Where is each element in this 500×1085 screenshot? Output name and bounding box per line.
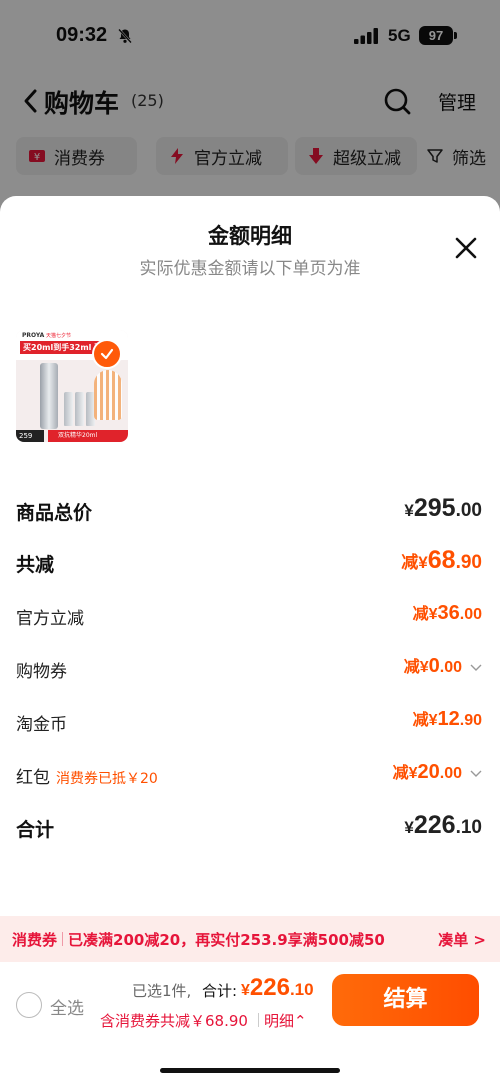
thumb-brand: PROYA bbox=[22, 332, 45, 339]
tube-image bbox=[64, 392, 73, 426]
detail-toggle-link[interactable]: 明细⌃ bbox=[258, 1010, 307, 1031]
row-value: 减¥0.00 bbox=[404, 653, 462, 678]
row-red-packet[interactable]: 红包 消费券已抵￥20 减¥20.00 bbox=[16, 759, 482, 795]
total-decimal: .10 bbox=[289, 980, 314, 999]
select-all-label[interactable]: 全选 bbox=[50, 994, 84, 1019]
checkout-button[interactable]: 结算 bbox=[332, 974, 479, 1026]
total-label: 合计: bbox=[202, 982, 238, 1000]
value-integer: 20 bbox=[417, 761, 440, 783]
close-icon[interactable] bbox=[454, 236, 478, 260]
checkout-footer: 全选 已选1件, 合计: ¥226.10 含消费券共减￥68.90 明细⌃ 结算 bbox=[0, 962, 500, 1085]
row-label: 购物券 bbox=[16, 662, 67, 682]
value-prefix: 减¥ bbox=[392, 765, 418, 782]
promo-text: 已凑满200减20，再实付253.9享满500减50 bbox=[68, 930, 385, 949]
home-indicator bbox=[160, 1068, 340, 1073]
promo-tag: 消费券 bbox=[12, 930, 58, 949]
thumb-price: 259 bbox=[16, 430, 44, 442]
value-decimal: .00 bbox=[439, 659, 462, 676]
total-amount: ¥226.10 bbox=[241, 974, 314, 1002]
row-label: 淘金币 bbox=[16, 715, 67, 735]
row-total-discount: 共减 减¥68.90 bbox=[16, 546, 482, 582]
thumb-bottom-label: 双抗精华20ml bbox=[48, 430, 128, 442]
value-decimal: .90 bbox=[459, 712, 482, 729]
value-decimal: .10 bbox=[455, 817, 482, 838]
value-integer: 226 bbox=[413, 811, 456, 839]
value-decimal: .00 bbox=[439, 765, 462, 782]
add-items-link[interactable]: 凑单 > bbox=[438, 929, 486, 950]
row-value: ¥295.00 bbox=[404, 494, 482, 523]
row-label: 合计 bbox=[16, 819, 55, 841]
total-integer: 226 bbox=[249, 974, 290, 1001]
row-label: 共减 bbox=[16, 554, 55, 576]
red-packet-note: 消费券已抵￥20 bbox=[56, 771, 158, 787]
value-integer: 68 bbox=[427, 546, 456, 574]
sheet-title: 金额明细 bbox=[208, 224, 292, 248]
value-prefix: 减¥ bbox=[401, 553, 428, 572]
selected-check-icon[interactable] bbox=[92, 339, 122, 369]
total-prefix: ¥ bbox=[241, 982, 250, 999]
row-shopping-voucher[interactable]: 购物券 减¥0.00 bbox=[16, 653, 482, 689]
select-all-radio[interactable] bbox=[16, 992, 42, 1018]
fan-sample-image bbox=[94, 370, 122, 420]
value-decimal: .90 bbox=[455, 552, 482, 573]
value-prefix: ¥ bbox=[404, 501, 414, 520]
thumb-tag: 天猫七夕节 bbox=[46, 333, 72, 339]
tube-image bbox=[75, 392, 84, 426]
value-prefix: 减¥ bbox=[412, 712, 438, 729]
red-packet-label: 红包 bbox=[16, 768, 50, 788]
value-prefix: 减¥ bbox=[412, 606, 438, 623]
row-subtotal: 商品总价 ¥295.00 bbox=[16, 494, 482, 530]
promo-divider bbox=[62, 932, 64, 946]
row-label: 官方立减 bbox=[16, 609, 84, 629]
value-integer: 295 bbox=[413, 494, 456, 522]
value-prefix: 减¥ bbox=[403, 659, 429, 676]
row-value: 减¥20.00 bbox=[393, 759, 462, 784]
row-value: 减¥68.90 bbox=[401, 546, 482, 575]
row-value: 减¥12.90 bbox=[413, 706, 482, 731]
value-integer: 36 bbox=[437, 602, 460, 624]
row-grand-total: 合计 ¥226.10 bbox=[16, 811, 482, 847]
value-prefix: ¥ bbox=[404, 818, 414, 837]
chevron-down-icon[interactable] bbox=[470, 770, 482, 778]
row-label: 红包 消费券已抵￥20 bbox=[16, 763, 158, 788]
value-decimal: .00 bbox=[459, 606, 482, 623]
coupon-promo-bar: 消费券 已凑满200减20，再实付253.9享满500减50 凑单 > bbox=[0, 916, 500, 962]
serum-bottle-image bbox=[40, 363, 58, 429]
row-official-discount: 官方立减 减¥36.00 bbox=[16, 600, 482, 636]
value-integer: 0 bbox=[428, 655, 440, 677]
selected-count: 已选1件, bbox=[132, 982, 192, 1000]
row-taojinbi: 淘金币 减¥12.90 bbox=[16, 706, 482, 742]
price-detail-sheet: 金额明细 实际优惠金额请以下单页为准 PROYA 天猫七夕节 买20ml到手32… bbox=[0, 196, 500, 1085]
chevron-down-icon[interactable] bbox=[470, 664, 482, 672]
row-value: ¥226.10 bbox=[404, 811, 482, 840]
row-label: 商品总价 bbox=[16, 502, 93, 524]
value-integer: 12 bbox=[437, 708, 460, 730]
value-decimal: .00 bbox=[455, 500, 482, 521]
sheet-subtitle: 实际优惠金额请以下单页为准 bbox=[139, 259, 361, 279]
row-value: 减¥36.00 bbox=[413, 600, 482, 625]
discount-summary: 含消费券共减￥68.90 bbox=[100, 1012, 248, 1030]
